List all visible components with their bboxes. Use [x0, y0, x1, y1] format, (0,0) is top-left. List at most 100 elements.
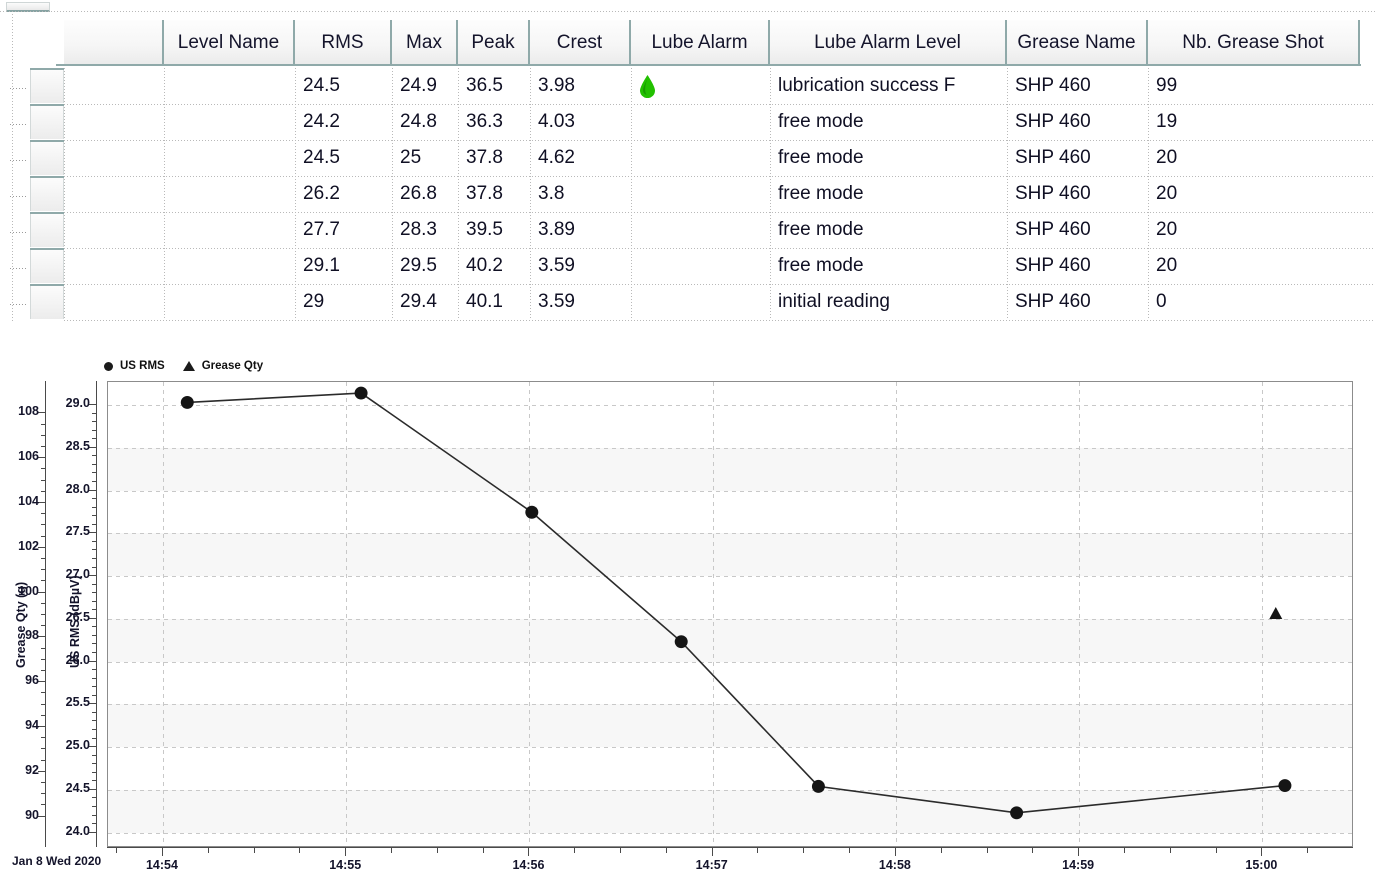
table-row[interactable]: 24.2 24.8 36.3 4.03 free mode SHP 460 19	[0, 104, 1375, 140]
column-header-lube-alarm[interactable]: Lube Alarm	[631, 20, 770, 66]
cell-max[interactable]: 26.8	[400, 176, 458, 212]
legend-item-grease-qty[interactable]: Grease Qty	[182, 360, 263, 372]
cell-lube-alarm[interactable]	[639, 104, 770, 140]
cell-level-name[interactable]	[172, 212, 295, 248]
cell-grease-name[interactable]: SHP 460	[1015, 104, 1148, 140]
data-point-us-rms[interactable]	[811, 779, 825, 793]
cell-level-name[interactable]	[172, 248, 295, 284]
cell-rms[interactable]: 24.5	[303, 140, 392, 176]
cell-nb-grease-shot[interactable]: 19	[1156, 104, 1360, 140]
column-header-peak[interactable]: Peak	[458, 20, 530, 66]
cell-rms[interactable]: 26.2	[303, 176, 392, 212]
cell-blank[interactable]	[72, 212, 164, 248]
cell-crest[interactable]: 4.62	[538, 140, 631, 176]
cell-max[interactable]: 25	[400, 140, 458, 176]
cell-crest[interactable]: 3.59	[538, 284, 631, 320]
data-point-us-rms[interactable]	[180, 395, 194, 409]
data-point-grease-qty[interactable]	[1269, 607, 1283, 619]
cell-peak[interactable]: 40.1	[466, 284, 530, 320]
cell-peak[interactable]: 40.2	[466, 248, 530, 284]
cell-level-name[interactable]	[172, 284, 295, 320]
cell-grease-name[interactable]: SHP 460	[1015, 212, 1148, 248]
cell-crest[interactable]: 4.03	[538, 104, 631, 140]
cell-nb-grease-shot[interactable]: 20	[1156, 140, 1360, 176]
table-row[interactable]: 27.7 28.3 39.5 3.89 free mode SHP 460 20	[0, 212, 1375, 248]
cell-blank[interactable]	[72, 284, 164, 320]
cell-blank[interactable]	[72, 140, 164, 176]
cell-peak[interactable]: 37.8	[466, 176, 530, 212]
cell-lube-alarm[interactable]	[639, 176, 770, 212]
table-row[interactable]: 24.5 25 37.8 4.62 free mode SHP 460 20	[0, 140, 1375, 176]
cell-lube-alarm[interactable]	[639, 248, 770, 284]
cell-lube-alarm-level[interactable]: free mode	[778, 248, 1007, 284]
cell-level-name[interactable]	[172, 176, 295, 212]
cell-max[interactable]: 29.5	[400, 248, 458, 284]
measurement-table[interactable]: Level Name RMS Max Peak Crest Lube Alarm Lube …	[0, 0, 1375, 330]
cell-lube-alarm-level[interactable]: free mode	[778, 104, 1007, 140]
table-row[interactable]: 26.2 26.8 37.8 3.8 free mode SHP 460 20	[0, 176, 1375, 212]
cell-grease-name[interactable]: SHP 460	[1015, 176, 1148, 212]
column-header-crest[interactable]: Crest	[530, 20, 631, 66]
cell-lube-alarm-level[interactable]: lubrication success F	[778, 68, 1007, 104]
column-header-grease-name[interactable]: Grease Name	[1007, 20, 1148, 66]
cell-blank[interactable]	[72, 104, 164, 140]
cell-level-name[interactable]	[172, 140, 295, 176]
cell-rms[interactable]: 29.1	[303, 248, 392, 284]
cell-nb-grease-shot[interactable]: 20	[1156, 176, 1360, 212]
cell-peak[interactable]: 37.8	[466, 140, 530, 176]
cell-nb-grease-shot[interactable]: 20	[1156, 248, 1360, 284]
column-header-level-name[interactable]: Level Name	[164, 20, 295, 66]
cell-lube-alarm-level[interactable]: free mode	[778, 140, 1007, 176]
cell-lube-alarm[interactable]	[639, 68, 770, 104]
cell-grease-name[interactable]: SHP 460	[1015, 284, 1148, 320]
cell-rms[interactable]: 29	[303, 284, 392, 320]
data-point-us-rms[interactable]	[674, 635, 688, 649]
cell-rms[interactable]: 24.5	[303, 68, 392, 104]
cell-grease-name[interactable]: SHP 460	[1015, 68, 1148, 104]
cell-lube-alarm[interactable]	[639, 212, 770, 248]
cell-nb-grease-shot[interactable]: 0	[1156, 284, 1360, 320]
trend-chart[interactable]: US RMS Grease Qty 24.0 24.5 25.0 25.5 26.0 26…	[0, 338, 1375, 887]
cell-crest[interactable]: 3.98	[538, 68, 631, 104]
cell-blank[interactable]	[72, 176, 164, 212]
column-header-rms[interactable]: RMS	[295, 20, 392, 66]
table-header-row[interactable]: Level Name RMS Max Peak Crest Lube Alarm Lube …	[0, 20, 1375, 66]
data-point-us-rms[interactable]	[1010, 806, 1024, 820]
column-header-nb-grease-shot[interactable]: Nb. Grease Shot	[1148, 20, 1360, 66]
cell-peak[interactable]: 36.5	[466, 68, 530, 104]
cell-nb-grease-shot[interactable]: 20	[1156, 212, 1360, 248]
cell-grease-name[interactable]: SHP 460	[1015, 248, 1148, 284]
cell-rms[interactable]: 27.7	[303, 212, 392, 248]
cell-max[interactable]: 28.3	[400, 212, 458, 248]
column-header-max[interactable]: Max	[392, 20, 458, 66]
cell-blank[interactable]	[72, 248, 164, 284]
column-header-lube-alarm-level[interactable]: Lube Alarm Level	[770, 20, 1007, 66]
cell-grease-name[interactable]: SHP 460	[1015, 140, 1148, 176]
cell-max[interactable]: 29.4	[400, 284, 458, 320]
cell-rms[interactable]: 24.2	[303, 104, 392, 140]
cell-crest[interactable]: 3.59	[538, 248, 631, 284]
cell-crest[interactable]: 3.8	[538, 176, 631, 212]
plot-area[interactable]	[107, 381, 1353, 847]
cell-peak[interactable]: 36.3	[466, 104, 530, 140]
cell-max[interactable]: 24.8	[400, 104, 458, 140]
cell-lube-alarm-level[interactable]: initial reading	[778, 284, 1007, 320]
cell-nb-grease-shot[interactable]: 99	[1156, 68, 1360, 104]
cell-max[interactable]: 24.9	[400, 68, 458, 104]
cell-lube-alarm-level[interactable]: free mode	[778, 176, 1007, 212]
legend-item-us-rms[interactable]: US RMS	[104, 360, 165, 372]
data-point-us-rms[interactable]	[354, 386, 368, 400]
table-row[interactable]: 29.1 29.5 40.2 3.59 free mode SHP 460 20	[0, 248, 1375, 284]
cell-lube-alarm[interactable]	[639, 284, 770, 320]
table-row[interactable]: 24.5 24.9 36.5 3.98 lubrication success F SHP…	[0, 68, 1375, 104]
data-point-us-rms[interactable]	[525, 505, 539, 519]
cell-lube-alarm-level[interactable]: free mode	[778, 212, 1007, 248]
cell-level-name[interactable]	[172, 104, 295, 140]
cell-lube-alarm[interactable]	[639, 140, 770, 176]
cell-crest[interactable]: 3.89	[538, 212, 631, 248]
cell-blank[interactable]	[72, 68, 164, 104]
column-header-blank[interactable]	[64, 20, 164, 66]
table-row[interactable]: 29 29.4 40.1 3.59 initial reading SHP 460 0	[0, 284, 1375, 320]
cell-peak[interactable]: 39.5	[466, 212, 530, 248]
data-point-us-rms[interactable]	[1278, 779, 1292, 793]
